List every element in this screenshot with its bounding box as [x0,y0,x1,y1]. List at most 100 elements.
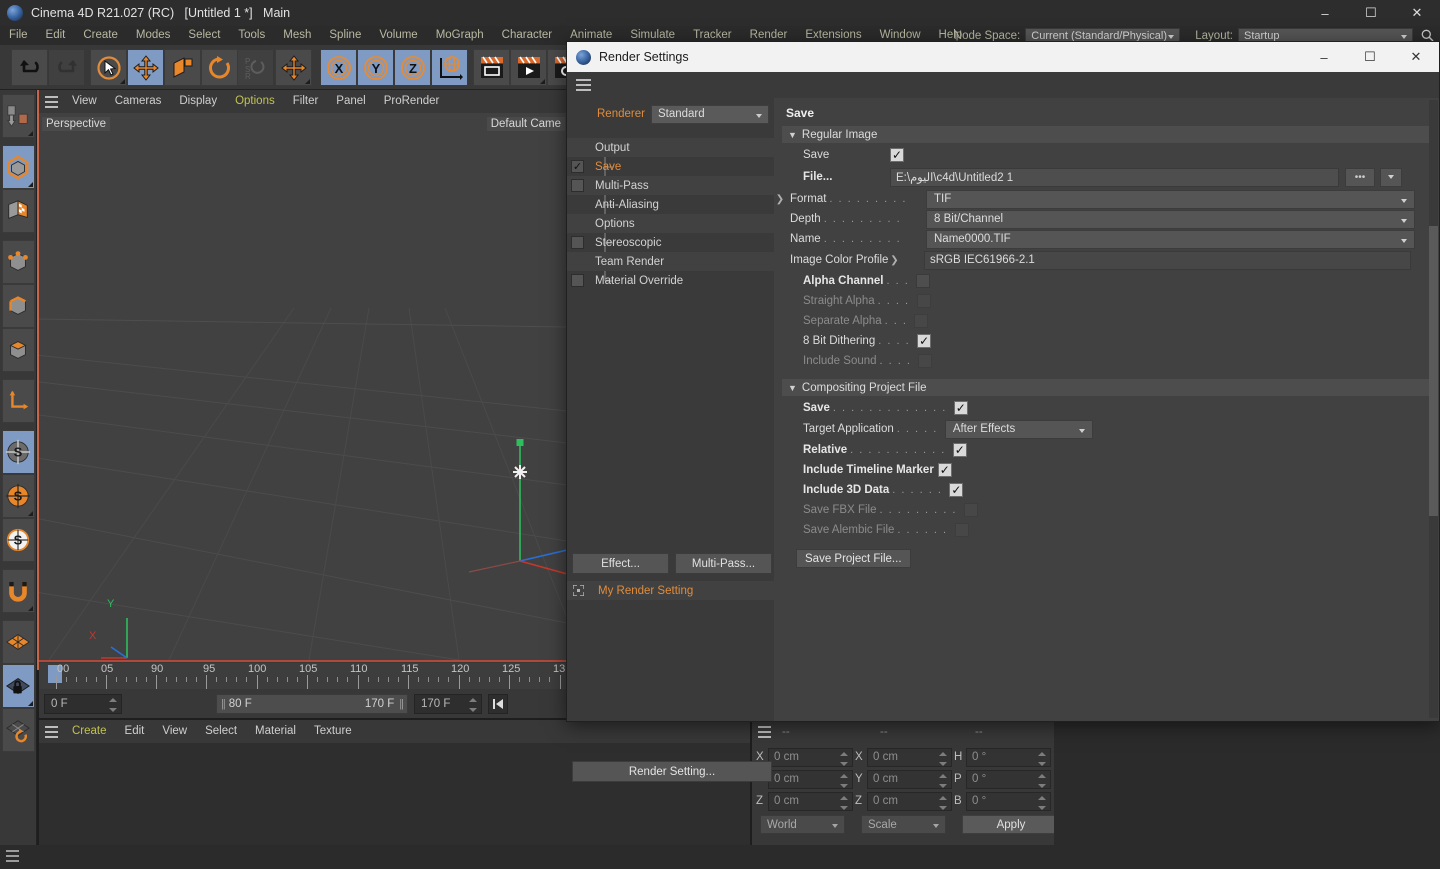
rotation-p-input[interactable]: 0 ° [966,769,1051,789]
position-x-input[interactable]: 0 cm [768,747,853,767]
quantize-snap-button[interactable]: S [1,518,35,562]
viewport-menu-display[interactable]: Display [170,90,226,113]
tree-item-antialiasing[interactable]: Anti-Aliasing [567,195,774,214]
material-menu-select[interactable]: Select [196,720,246,743]
menu-select[interactable]: Select [179,26,229,45]
comp-save-checkbox[interactable]: ✓ [953,401,968,415]
render-region-button[interactable] [510,49,547,86]
rotation-p-stepper[interactable] [1038,773,1046,788]
texture-mode-button[interactable] [1,189,35,233]
render-view-button[interactable] [473,49,510,86]
range-left-grip[interactable]: || [221,698,226,710]
render-settings-close-button[interactable]: ✕ [1393,42,1439,72]
material-menu-view[interactable]: View [153,720,196,743]
undo-button[interactable] [11,49,48,86]
tree-item-options[interactable]: Options [567,214,774,233]
document-end-field[interactable]: 170 F [414,694,482,714]
scale-tool-button[interactable] [164,49,201,86]
axis-x-button[interactable]: X [320,49,357,86]
axis-z-button[interactable]: Z [394,49,431,86]
viewport-canvas[interactable]: Perspective Default Came Y X [39,113,567,660]
tree-item-output[interactable]: Output [567,138,774,157]
size-x-input[interactable]: 0 cm [867,747,952,767]
axis-y-button[interactable]: Y [357,49,394,86]
renderer-select[interactable]: Standard [650,104,769,124]
coordinates-hamburger-icon[interactable] [752,725,776,738]
position-y-stepper[interactable] [840,773,848,788]
viewport-menu-view[interactable]: View [63,90,106,113]
timeline-ruler[interactable]: 00 05 90 95 100 105 110 115 120 125 13 [39,663,567,689]
rotate-tool-button[interactable] [201,49,238,86]
move-axis-tool-button[interactable] [275,49,312,86]
name-select[interactable]: Name0000.TIF [926,229,1415,249]
tree-item-save[interactable]: ✓ Save [567,157,774,176]
group-regular-image[interactable]: ▼ Regular Image [782,126,1433,143]
collapse-triangle-icon[interactable]: ▼ [788,130,797,140]
position-y-input[interactable]: 0 cm [768,769,853,789]
render-settings-scrollbar[interactable] [1429,100,1438,718]
menu-create[interactable]: Create [74,26,127,45]
save-project-file-button[interactable]: Save Project File... [796,549,911,568]
material-menu-material[interactable]: Material [246,720,305,743]
viewport-menu-options[interactable]: Options [226,90,284,113]
material-manager-body[interactable] [39,743,750,845]
target-application-select[interactable]: After Effects [944,419,1093,439]
color-profile-expander-icon[interactable]: ❯ [888,255,900,266]
menu-mesh[interactable]: Mesh [274,26,320,45]
multipass-button[interactable]: Multi-Pass... [675,553,772,574]
tree-item-stereoscopic[interactable]: Stereoscopic [567,233,774,252]
axis-mode-button[interactable] [1,379,35,423]
group-compositing-project-file[interactable]: ▼ Compositing Project File [782,379,1433,396]
menu-modes[interactable]: Modes [127,26,180,45]
tree-checkbox-save[interactable]: ✓ [571,160,584,173]
tree-item-multipass[interactable]: Multi-Pass [567,176,774,195]
document-end-stepper[interactable] [469,698,477,712]
tree-checkbox-multipass[interactable] [571,179,584,192]
size-y-input[interactable]: 0 cm [867,769,952,789]
material-menu-create[interactable]: Create [63,720,116,743]
coordinate-system-select[interactable]: World [760,815,845,834]
redo-button[interactable] [48,49,85,86]
snap-settings-button[interactable]: S [1,474,35,518]
collapse-triangle-icon[interactable]: ▼ [788,383,797,393]
make-editable-button[interactable] [1,94,35,138]
viewport-menu-cameras[interactable]: Cameras [106,90,171,113]
render-settings-hamburger-icon[interactable] [576,79,591,91]
polygon-mode-button[interactable] [1,328,35,372]
tree-checkbox-stereoscopic[interactable] [571,236,584,249]
rotation-b-input[interactable]: 0 ° [966,791,1051,811]
position-x-stepper[interactable] [840,751,848,766]
planar-workplane-button[interactable] [1,708,35,752]
include-3d-data-checkbox[interactable]: ✓ [949,483,964,497]
size-z-input[interactable]: 0 cm [867,791,952,811]
tree-item-teamrender[interactable]: Team Render [567,252,774,271]
minimize-button[interactable]: – [1302,0,1348,26]
live-selection-tool-button[interactable] [90,49,127,86]
menu-file[interactable]: File [0,26,37,45]
menu-mograph[interactable]: MoGraph [427,26,493,45]
current-frame-field[interactable]: 0 F [44,694,122,714]
viewport-menu-filter[interactable]: Filter [284,90,328,113]
move-tool-button[interactable] [127,49,164,86]
status-hamburger-icon[interactable] [6,850,19,862]
apply-button[interactable]: Apply [962,815,1060,834]
enable-snapping-button[interactable]: S [1,430,35,474]
maximize-button[interactable]: ☐ [1348,0,1394,26]
menu-volume[interactable]: Volume [370,26,426,45]
alpha-channel-checkbox[interactable] [916,274,931,288]
coordinate-mode-select[interactable]: Scale [861,815,946,834]
rotation-h-input[interactable]: 0 ° [966,747,1051,767]
file-browse-button[interactable]: ••• [1345,167,1375,187]
dithering-checkbox[interactable]: ✓ [917,334,932,348]
file-path-input[interactable]: E:\اليوم\c4d\Untitled2 1 [890,167,1339,187]
psr-tool-button[interactable]: PSR [237,49,274,86]
menu-edit[interactable]: Edit [37,26,75,45]
go-to-start-button[interactable] [488,694,508,714]
relative-checkbox[interactable]: ✓ [952,443,967,457]
effect-button[interactable]: Effect... [572,553,669,574]
world-object-coordinate-button[interactable] [431,49,468,86]
format-expander-icon[interactable]: ❯ [774,194,786,205]
current-frame-stepper[interactable] [109,698,117,712]
range-right-grip[interactable]: || [399,698,404,710]
render-setting-button[interactable]: Render Setting... [572,761,772,782]
